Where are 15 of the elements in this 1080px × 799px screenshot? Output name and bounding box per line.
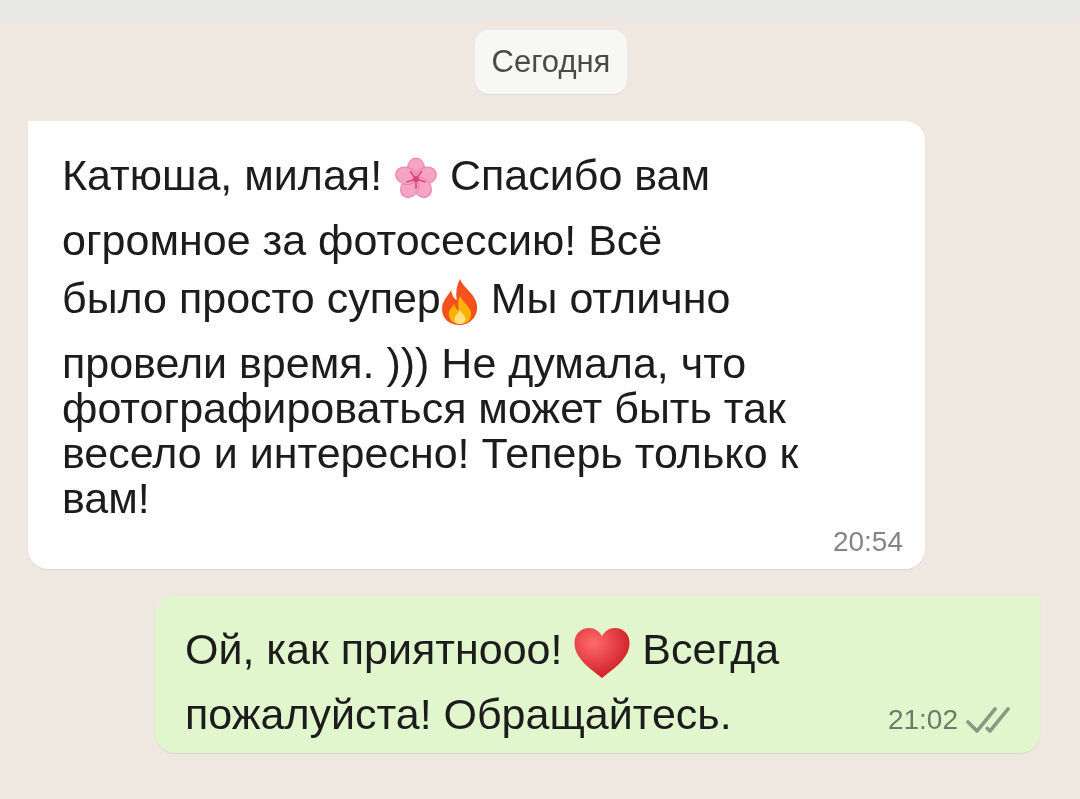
message-text: Спасибо вам	[449, 151, 711, 200]
date-label: Сегодня	[474, 30, 628, 95]
message-text: огромное за фотосессию! Всё	[62, 216, 663, 265]
message-text: пожалуйста! Обращайтесь.	[185, 689, 732, 738]
message-text: Мы отлично	[489, 274, 731, 323]
message-text: Всегда	[641, 625, 780, 674]
fire-icon	[440, 278, 479, 327]
message-time: 21:02	[887, 703, 958, 737]
message-text: Ой, как приятнооо!	[185, 625, 564, 674]
message-time: 20:54	[832, 525, 903, 559]
message-text: вам!	[62, 474, 150, 523]
message-text: Катюша, милая!	[62, 151, 384, 200]
message-text: провели время. ))) Не думала, что	[62, 339, 747, 388]
heart-icon	[574, 626, 631, 679]
message-text: было просто супер	[62, 274, 441, 323]
